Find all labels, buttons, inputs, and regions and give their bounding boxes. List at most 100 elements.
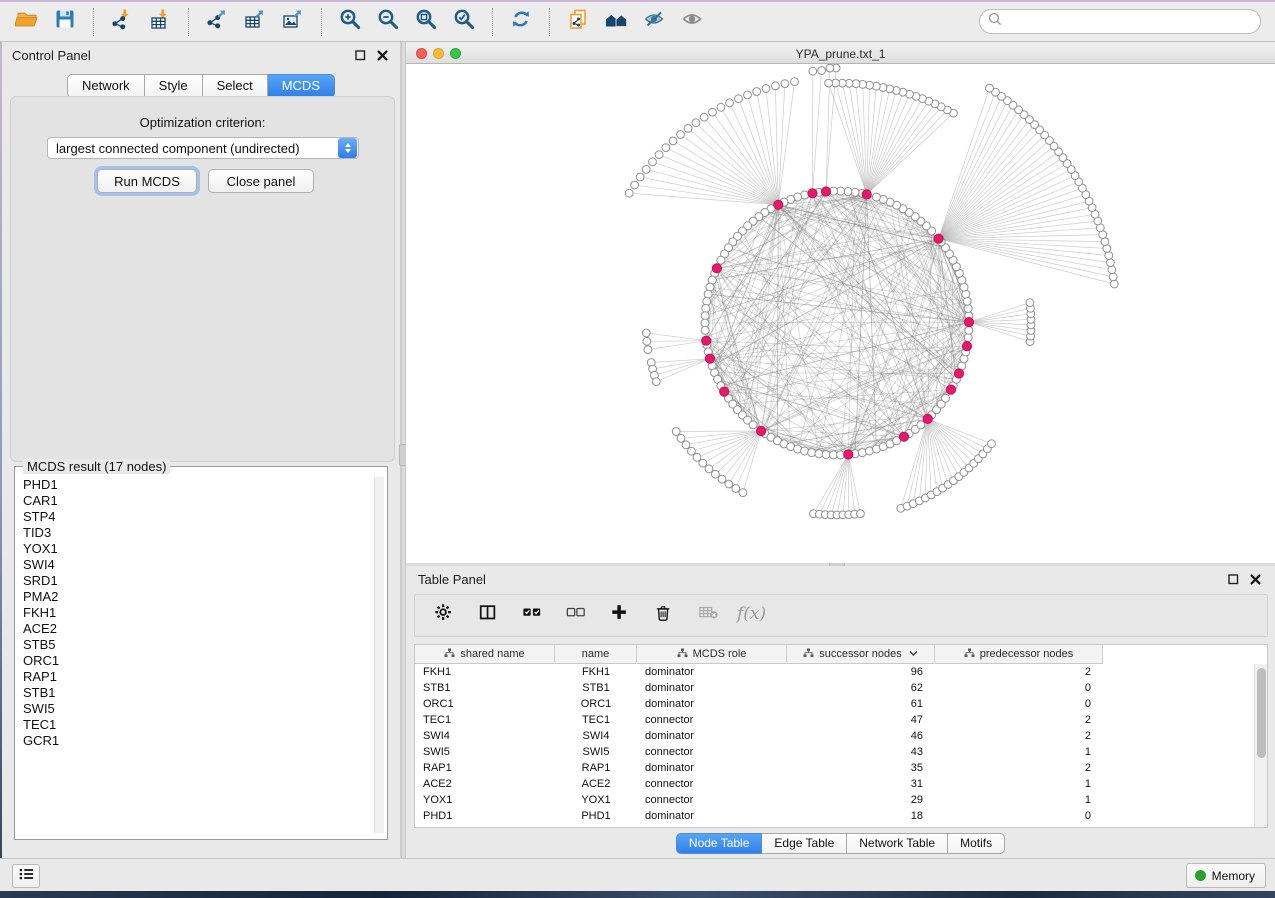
leaf-node[interactable]: [693, 453, 701, 461]
ring-node[interactable]: [964, 305, 972, 313]
memory-button[interactable]: Memory: [1186, 863, 1266, 888]
table-row[interactable]: RAP1RAP1dominator352: [415, 760, 1267, 776]
cell-predecessor-nodes[interactable]: 0: [935, 680, 1103, 696]
leaf-node[interactable]: [825, 79, 833, 87]
mcds-hub-node[interactable]: [705, 354, 714, 363]
tab-edge-table[interactable]: Edge Table: [762, 833, 847, 854]
leaf-node[interactable]: [735, 95, 743, 103]
column-header-predecessor-nodes[interactable]: predecessor nodes: [935, 645, 1103, 664]
hide-selected-button[interactable]: [637, 6, 671, 38]
ring-node[interactable]: [808, 449, 816, 457]
table-row[interactable]: STB1STB1dominator620: [415, 680, 1267, 696]
leaf-node[interactable]: [649, 158, 657, 166]
cell-predecessor-nodes[interactable]: 1: [935, 792, 1103, 808]
cell-predecessor-nodes[interactable]: 2: [935, 712, 1103, 728]
cell-predecessor-nodes[interactable]: 2: [935, 728, 1103, 744]
cell-MCDS-role[interactable]: dominator: [637, 808, 787, 824]
close-panel-button[interactable]: Close panel: [208, 169, 314, 193]
tab-motifs[interactable]: Motifs: [948, 833, 1005, 854]
mcds-result-item[interactable]: FKH1: [23, 605, 373, 621]
column-header-MCDS-role[interactable]: MCDS role: [637, 645, 787, 664]
close-panel-icon[interactable]: [374, 47, 390, 63]
leaf-node[interactable]: [662, 144, 670, 152]
leaf-node[interactable]: [986, 84, 994, 92]
tab-network[interactable]: Network: [67, 74, 145, 98]
leaf-node[interactable]: [809, 67, 817, 75]
import-network-button[interactable]: [105, 6, 139, 38]
open-file-button[interactable]: [10, 6, 44, 38]
leaf-node[interactable]: [682, 441, 690, 449]
mcds-hub-node[interactable]: [774, 200, 783, 209]
mcds-hub-node[interactable]: [808, 189, 817, 198]
table-settings-button[interactable]: [429, 601, 459, 631]
export-network-button[interactable]: [200, 6, 234, 38]
cell-shared-name[interactable]: STB1: [415, 680, 555, 696]
tab-mcds[interactable]: MCDS: [268, 74, 335, 98]
duplicate-network-button[interactable]: [561, 6, 595, 38]
ring-node[interactable]: [703, 297, 711, 305]
mcds-result-item[interactable]: CAR1: [23, 493, 373, 509]
leaf-node[interactable]: [1107, 259, 1115, 267]
table-row[interactable]: ORC1ORC1dominator610: [415, 696, 1267, 712]
run-mcds-button[interactable]: Run MCDS: [97, 169, 197, 193]
mcds-hub-node[interactable]: [946, 385, 955, 394]
table-scrollbar-thumb[interactable]: [1257, 668, 1266, 758]
leaf-node[interactable]: [699, 459, 707, 467]
ring-node[interactable]: [822, 451, 830, 459]
cell-successor-nodes[interactable]: 62: [787, 680, 935, 696]
close-table-panel-icon[interactable]: [1247, 571, 1263, 587]
mcds-hub-node[interactable]: [702, 336, 711, 345]
leaf-node[interactable]: [677, 434, 685, 442]
cell-predecessor-nodes[interactable]: 2: [935, 664, 1103, 680]
export-image-button[interactable]: [276, 6, 310, 38]
delete-column-button[interactable]: [649, 601, 679, 631]
ring-node[interactable]: [917, 421, 925, 429]
float-table-panel-icon[interactable]: [1225, 571, 1241, 587]
cell-name[interactable]: SWI4: [555, 728, 637, 744]
deselect-all-rows-button[interactable]: [561, 601, 591, 631]
ring-node[interactable]: [963, 297, 971, 305]
cell-MCDS-role[interactable]: dominator: [637, 696, 787, 712]
mcds-result-item[interactable]: TEC1: [23, 717, 373, 733]
ring-node[interactable]: [704, 290, 712, 298]
cell-name[interactable]: FKH1: [555, 664, 637, 680]
select-all-rows-button[interactable]: [517, 601, 547, 631]
first-neighbors-button[interactable]: [599, 6, 633, 38]
mcds-result-item[interactable]: STP4: [23, 509, 373, 525]
cell-successor-nodes[interactable]: 31: [787, 776, 935, 792]
cell-MCDS-role[interactable]: connector: [637, 776, 787, 792]
mcds-hub-node[interactable]: [964, 318, 973, 327]
leaf-node[interactable]: [1109, 273, 1117, 281]
table-row[interactable]: TEC1TEC1connector472: [415, 712, 1267, 728]
search-box[interactable]: [979, 9, 1261, 34]
leaf-node[interactable]: [772, 82, 780, 90]
cell-successor-nodes[interactable]: 46: [787, 728, 935, 744]
leaf-node[interactable]: [705, 465, 713, 473]
cell-successor-nodes[interactable]: 35: [787, 760, 935, 776]
table-row[interactable]: SWI4SWI4dominator462: [415, 728, 1267, 744]
ring-node[interactable]: [872, 193, 880, 201]
cell-name[interactable]: STB1: [555, 680, 637, 696]
cell-shared-name[interactable]: PHD1: [415, 808, 555, 824]
ring-node[interactable]: [717, 256, 725, 264]
leaf-node[interactable]: [726, 99, 734, 107]
mcds-hub-node[interactable]: [934, 234, 943, 243]
leaf-node[interactable]: [725, 480, 733, 488]
network-canvas[interactable]: [406, 64, 1275, 563]
mcds-result-item[interactable]: SWI4: [23, 557, 373, 573]
leaf-node[interactable]: [732, 485, 740, 493]
cell-MCDS-role[interactable]: connector: [637, 792, 787, 808]
mcds-result-item[interactable]: PHD1: [23, 477, 373, 493]
ring-node[interactable]: [942, 394, 950, 402]
cell-predecessor-nodes[interactable]: 1: [935, 776, 1103, 792]
mcds-result-item[interactable]: SWI5: [23, 701, 373, 717]
leaf-node[interactable]: [857, 510, 865, 518]
mcds-hub-node[interactable]: [923, 414, 932, 423]
mcds-result-item[interactable]: PMA2: [23, 589, 373, 605]
cell-successor-nodes[interactable]: 43: [787, 744, 935, 760]
zoom-in-button[interactable]: [333, 6, 367, 38]
zoom-out-button[interactable]: [371, 6, 405, 38]
cell-shared-name[interactable]: SWI4: [415, 728, 555, 744]
leaf-node[interactable]: [753, 88, 761, 96]
zoom-fit-button[interactable]: [409, 6, 443, 38]
